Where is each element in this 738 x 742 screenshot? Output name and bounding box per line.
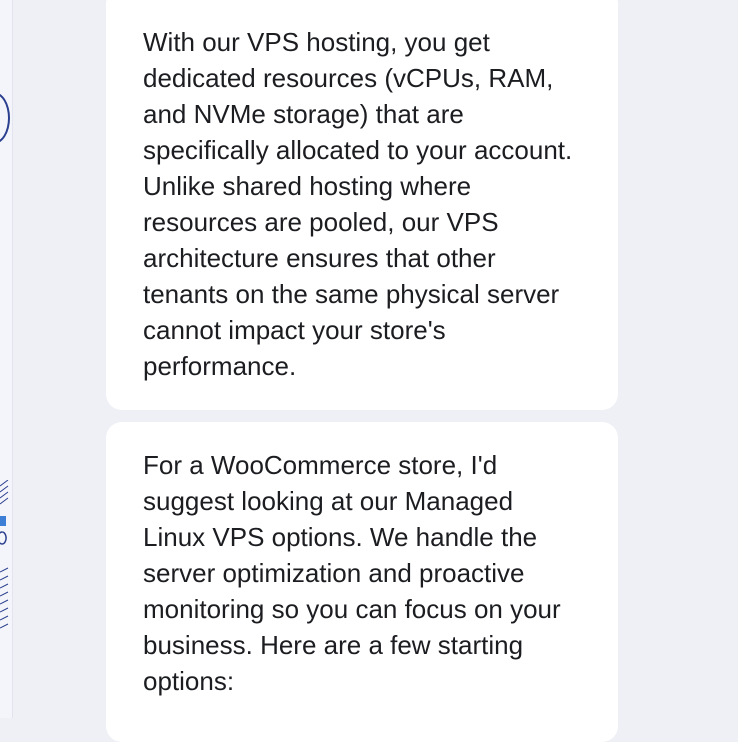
decorative-pattern bbox=[0, 480, 9, 629]
side-panel-edge bbox=[0, 0, 13, 718]
assistant-message: With our VPS hosting, you get dedicated … bbox=[106, 0, 618, 410]
decorative-illustration bbox=[0, 92, 10, 144]
assistant-message: For a WooCommerce store, I'd suggest loo… bbox=[106, 422, 618, 742]
message-text: For a WooCommerce store, I'd suggest loo… bbox=[143, 450, 561, 696]
message-text: With our VPS hosting, you get dedicated … bbox=[143, 27, 573, 381]
